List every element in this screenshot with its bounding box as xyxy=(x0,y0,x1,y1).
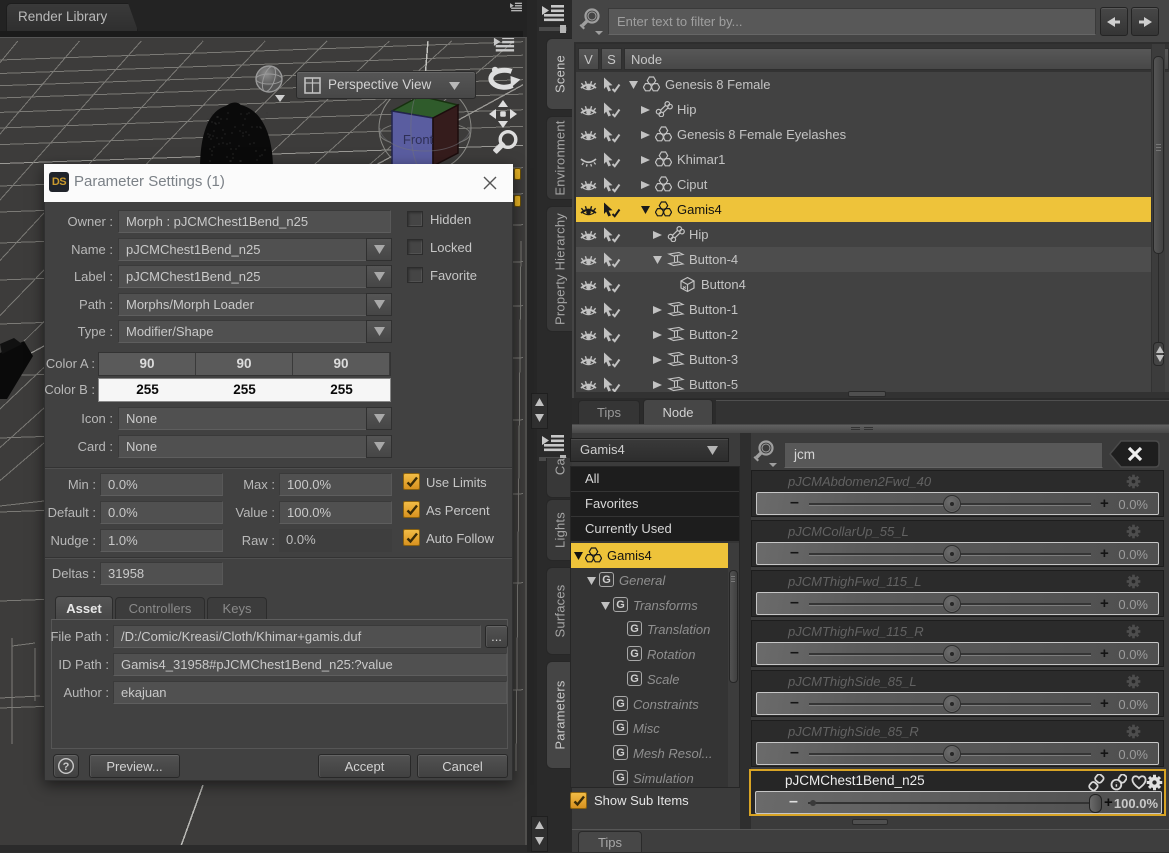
svg-text:?: ? xyxy=(63,761,70,773)
svg-text:Front: Front xyxy=(403,132,434,147)
